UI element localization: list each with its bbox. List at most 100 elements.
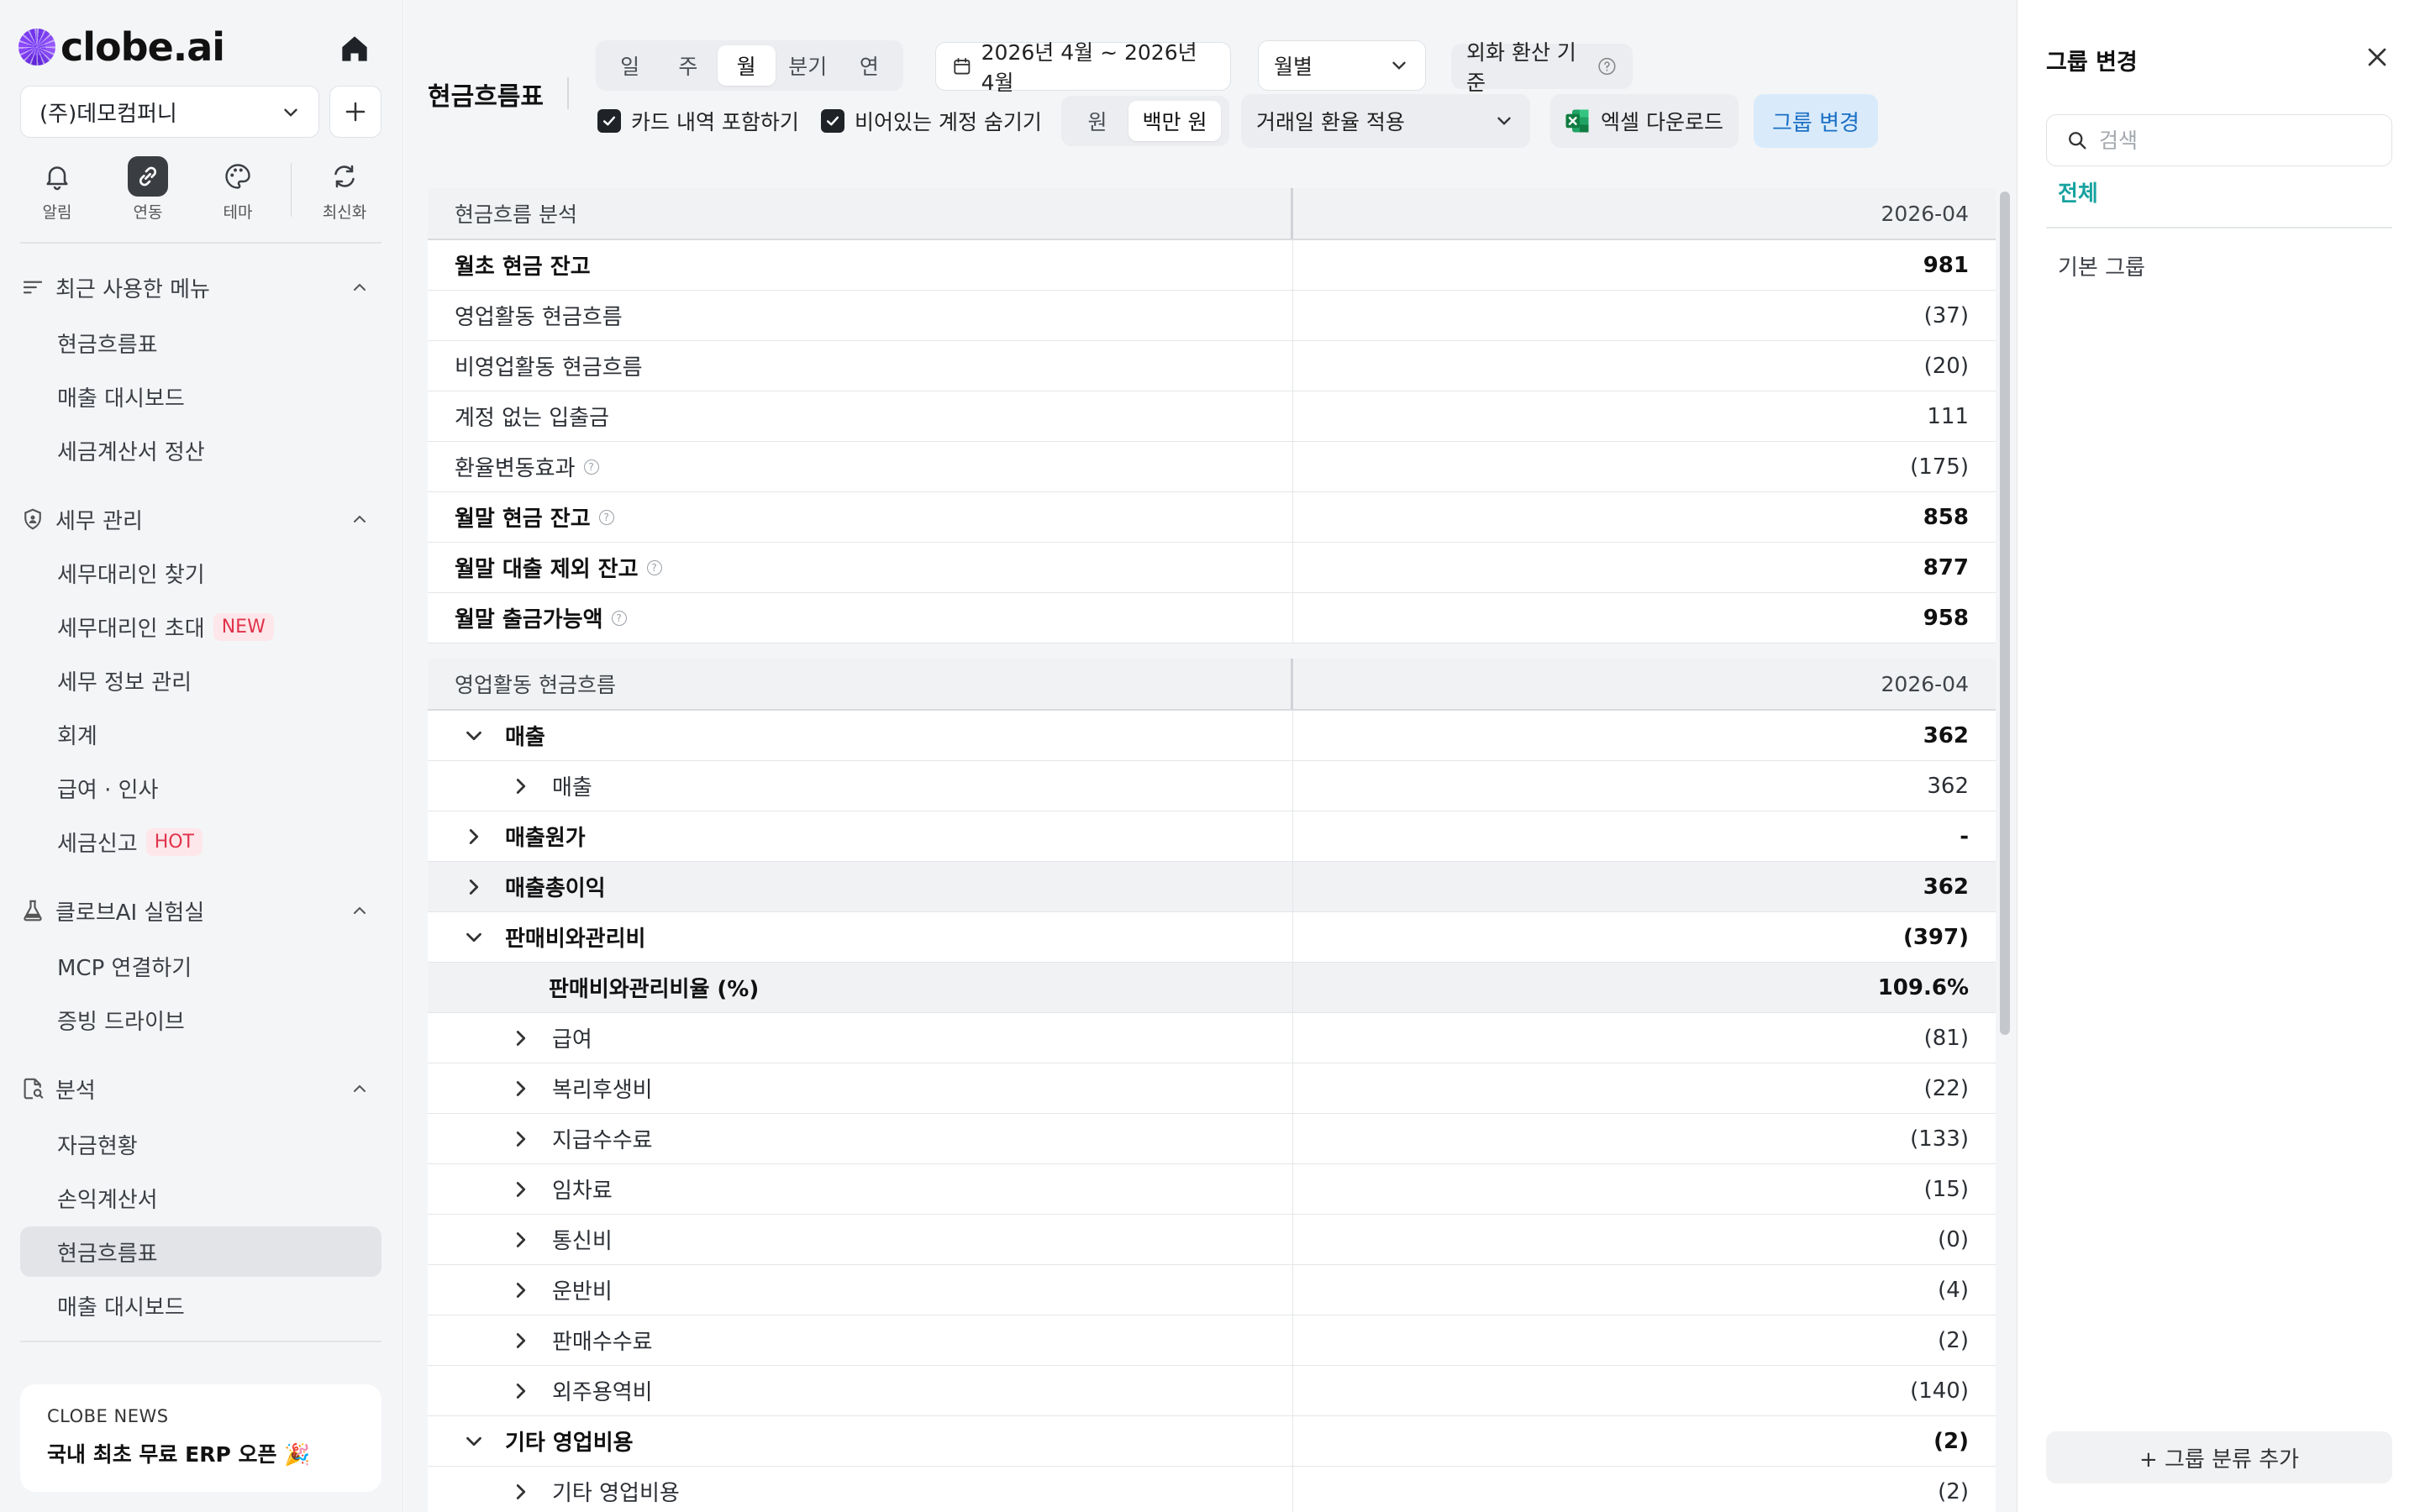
chevron-right-icon[interactable] [505, 1274, 537, 1306]
calendar-icon [954, 58, 971, 75]
chevron-right-icon[interactable] [458, 821, 490, 853]
fx-rate-mode-select[interactable]: 거래일 환율 적용 [1241, 94, 1530, 148]
tab-all[interactable]: 전체 [2058, 176, 2098, 207]
row-label: 월초 현금 잔고 [455, 255, 591, 280]
chevron-right-icon[interactable] [505, 1325, 537, 1357]
chevron-right-icon[interactable] [505, 1375, 537, 1407]
nav-tax-filing[interactable]: 세금신고 HOT [20, 816, 381, 867]
table-row[interactable]: 매출 362 [428, 761, 1996, 811]
nav-sales-dashboard[interactable]: 매출 대시보드 [20, 1280, 381, 1331]
nav-accounting[interactable]: 회계 [20, 709, 381, 759]
group-item-default[interactable]: 기본 그룹 [2058, 250, 2145, 281]
chevron-down-icon[interactable] [458, 1425, 490, 1457]
chevron-right-icon[interactable] [505, 1173, 537, 1205]
table-row[interactable]: 복리후생비 (22) [428, 1063, 1996, 1114]
period-month[interactable]: 월 [717, 45, 776, 86]
table-row[interactable]: 매출원가 - [428, 811, 1996, 862]
unit-won[interactable]: 원 [1066, 101, 1128, 141]
chevron-down-icon[interactable] [458, 921, 490, 953]
nav-evidence-drive[interactable]: 증빙 드라이브 [20, 995, 381, 1045]
chevron-right-icon[interactable] [458, 871, 490, 903]
info-icon[interactable]: ? [583, 459, 599, 475]
chevron-right-icon[interactable] [505, 770, 537, 802]
table-row[interactable]: 운반비 (4) [428, 1265, 1996, 1315]
table-row[interactable]: 매출총이익 362 [428, 862, 1996, 912]
title-divider [567, 77, 569, 109]
table-row[interactable]: 지급수수료 (133) [428, 1114, 1996, 1164]
section-analysis[interactable]: 분석 [20, 1068, 381, 1109]
table-row[interactable]: 급여 (81) [428, 1013, 1996, 1063]
row-label: 판매비와관리비 [505, 927, 646, 952]
nav-label: 세금계산서 정산 [57, 439, 205, 465]
brand-name: clobe.ai [60, 24, 225, 70]
info-icon[interactable]: ? [646, 559, 662, 575]
section-lab-title: 클로브AI 실험실 [55, 900, 205, 926]
excel-download-button[interactable]: 엑셀 다운로드 [1550, 94, 1739, 148]
nav-label: 매출 대시보드 [57, 386, 185, 412]
home-button[interactable] [336, 30, 373, 67]
nav-recent-cashflow[interactable]: 현금흐름표 [20, 318, 381, 368]
excel-icon [1565, 109, 1589, 133]
table-row[interactable]: 기타 영업비용 (2) [428, 1416, 1996, 1467]
group-change-button[interactable]: 그룹 변경 [1754, 94, 1878, 148]
group-search-input[interactable] [2099, 128, 2376, 153]
table-row[interactable]: 임차료 (15) [428, 1164, 1996, 1215]
chevron-right-icon[interactable] [505, 1123, 537, 1155]
info-icon[interactable]: ? [598, 509, 614, 525]
section-tax[interactable]: 세무 관리 [20, 499, 381, 539]
table-row[interactable]: 판매수수료 (2) [428, 1315, 1996, 1366]
group-search-field[interactable] [2046, 114, 2392, 166]
table-row[interactable]: 외주용역비 (140) [428, 1366, 1996, 1416]
period-day[interactable]: 일 [601, 45, 659, 86]
quick-integration[interactable]: 연동 [110, 156, 186, 223]
fx-basis-label[interactable]: 외화 환산 기준 [1451, 40, 1633, 95]
row-value: (22) [1923, 1075, 1969, 1101]
chevron-down-icon[interactable] [458, 720, 490, 752]
close-button[interactable] [2362, 42, 2392, 72]
table-row[interactable]: 기타 영업비용 (2) [428, 1467, 1996, 1512]
info-icon[interactable]: ? [611, 610, 627, 626]
period-week[interactable]: 주 [659, 45, 717, 86]
date-range-picker[interactable]: 2026년 4월 ~ 2026년 4월 [935, 40, 1231, 95]
chevron-right-icon[interactable] [505, 1224, 537, 1256]
nav-income-statement[interactable]: 손익계산서 [20, 1173, 381, 1223]
table-row[interactable]: 매출 362 [428, 711, 1996, 761]
period-quarter[interactable]: 분기 [776, 45, 840, 86]
row-label-cell: 복리후생비 [428, 1063, 1293, 1113]
nav-recent-sales-dashboard[interactable]: 매출 대시보드 [20, 371, 381, 422]
nav-tax-info[interactable]: 세무 정보 관리 [20, 655, 381, 706]
chevron-right-icon[interactable] [505, 1476, 537, 1508]
include-cards-checkbox[interactable]: 카드 내역 포함하기 [597, 104, 799, 138]
table-row: 영업활동 현금흐름 (37) [428, 291, 1996, 341]
table-row[interactable]: 통신비 (0) [428, 1215, 1996, 1265]
quick-alarm[interactable]: 알림 [19, 156, 95, 223]
nav-mcp-connect[interactable]: MCP 연결하기 [20, 941, 381, 991]
section-lab[interactable]: 클로브AI 실험실 [20, 890, 381, 931]
brand-logo[interactable]: clobe.ai [18, 22, 225, 72]
table-row[interactable]: 판매비와관리비 (397) [428, 912, 1996, 963]
excel-download-label: 엑셀 다운로드 [1601, 110, 1723, 134]
section-recent[interactable]: 최근 사용한 메뉴 [20, 267, 381, 307]
add-company-button[interactable] [329, 86, 381, 138]
company-select[interactable]: (주)데모컴퍼니 [20, 86, 319, 138]
chevron-right-icon[interactable] [505, 1073, 537, 1105]
nav-find-tax-agent[interactable]: 세무대리인 찾기 [20, 548, 381, 598]
quick-theme[interactable]: 테마 [200, 156, 276, 223]
add-group-category-button[interactable]: + 그룹 분류 추가 [2046, 1431, 2392, 1483]
period-year[interactable]: 연 [840, 45, 898, 86]
chevron-down-icon [1392, 61, 1406, 70]
table-scrollbar[interactable] [2000, 192, 2010, 1035]
chevron-right-icon[interactable] [505, 1022, 537, 1054]
news-card[interactable]: CLOBE NEWS 국내 최초 무료 ERP 오픈 🎉 [20, 1384, 381, 1492]
row-label-cell: 매출원가 [428, 811, 1293, 861]
row-label: 기타 영업비용 [505, 1431, 634, 1456]
nav-invite-tax-agent[interactable]: 세무대리인 초대 NEW [20, 601, 381, 652]
nav-cashflow-active[interactable]: 현금흐름표 [20, 1226, 381, 1277]
view-mode-select[interactable]: 월별 [1258, 40, 1426, 91]
nav-recent-tax-invoice[interactable]: 세금계산서 정산 [20, 425, 381, 475]
unit-million-won[interactable]: 백만 원 [1128, 101, 1221, 141]
quick-refresh[interactable]: 최신화 [307, 156, 382, 223]
nav-payroll-hr[interactable]: 급여 · 인사 [20, 763, 381, 813]
nav-fund-status[interactable]: 자금현황 [20, 1119, 381, 1169]
hide-empty-checkbox[interactable]: 비어있는 계정 숨기기 [821, 104, 1042, 138]
